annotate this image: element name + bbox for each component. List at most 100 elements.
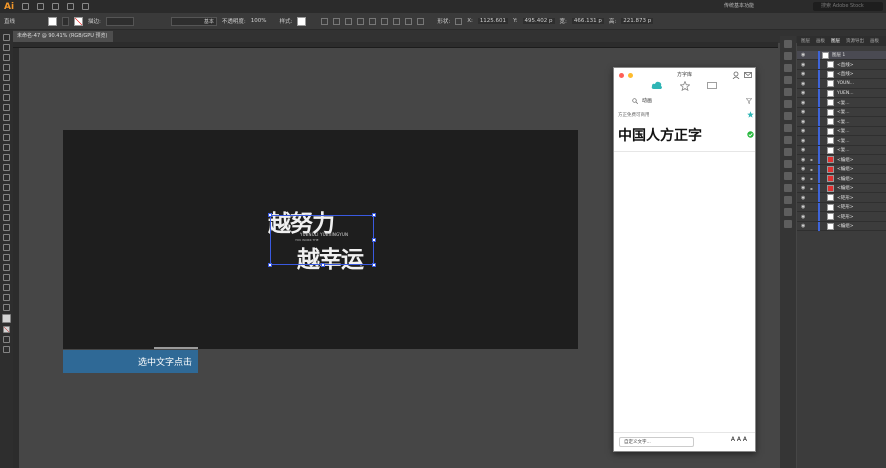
- layer-row[interactable]: ◉ <直线>: [797, 60, 886, 70]
- workspace-switcher[interactable]: 传统基本功能: [724, 2, 754, 9]
- direct-selection-tool-icon[interactable]: [3, 44, 10, 51]
- visibility-eye-icon[interactable]: ◉: [801, 176, 807, 182]
- plugin-user-icon[interactable]: [732, 71, 740, 79]
- swatches-panel-icon[interactable]: [784, 64, 792, 72]
- layer-row[interactable]: ◉ <直线>: [797, 69, 886, 79]
- pencil-tool-icon[interactable]: [3, 134, 10, 141]
- paintbrush-tool-icon[interactable]: [3, 124, 10, 131]
- preview-size-toggle[interactable]: A A A: [731, 436, 747, 443]
- graphic-style-swatch[interactable]: [297, 16, 307, 26]
- layer-row[interactable]: ◉ ▪ <编组>: [797, 183, 886, 193]
- layer-row[interactable]: ◉ ▪ <编组>: [797, 155, 886, 165]
- layer-row[interactable]: ◉ <矩形>: [797, 212, 886, 222]
- filter-icon[interactable]: [746, 98, 752, 104]
- free-transform-tool-icon[interactable]: [3, 184, 10, 191]
- gradient-tool-icon[interactable]: [3, 224, 10, 231]
- layer-row[interactable]: ◉ <矩形>: [797, 202, 886, 212]
- bridge-icon[interactable]: [22, 3, 30, 10]
- send-icon[interactable]: [82, 3, 90, 10]
- align-panel-icon[interactable]: [784, 160, 792, 168]
- x-field[interactable]: 1125.601: [477, 18, 509, 24]
- distribute-vertical-icon[interactable]: [417, 17, 425, 25]
- visibility-eye-icon[interactable]: ◉: [801, 195, 807, 201]
- column-graph-tool-icon[interactable]: [3, 264, 10, 271]
- layer-row[interactable]: ◉ <复...: [797, 98, 886, 108]
- opacity-field[interactable]: 100%: [251, 18, 267, 24]
- links-panel-icon[interactable]: [784, 220, 792, 228]
- installed-check-icon[interactable]: [747, 131, 754, 138]
- align-middle-icon[interactable]: [369, 17, 377, 25]
- layer-row[interactable]: ◉ <复...: [797, 107, 886, 117]
- slice-tool-icon[interactable]: [3, 284, 10, 291]
- distribute-horizontal-icon[interactable]: [405, 17, 413, 25]
- color-panel-icon[interactable]: [784, 52, 792, 60]
- visibility-eye-icon[interactable]: ◉: [801, 81, 807, 87]
- visibility-eye-icon[interactable]: ◉: [801, 62, 807, 68]
- favorite-star-icon[interactable]: [747, 111, 754, 118]
- gradient-panel-icon[interactable]: [784, 136, 792, 144]
- fill-swatch[interactable]: [48, 16, 58, 26]
- tab-artboards[interactable]: 画板: [870, 38, 879, 44]
- align-right-icon[interactable]: [345, 17, 353, 25]
- selection-bounding-box[interactable]: [268, 213, 376, 267]
- stroke-swatch[interactable]: [74, 16, 84, 26]
- hand-tool-icon[interactable]: [3, 294, 10, 301]
- stock-search-input[interactable]: 搜索 Adobe Stock: [813, 2, 883, 11]
- desktop-fonts-icon[interactable]: [707, 82, 717, 90]
- visibility-eye-icon[interactable]: ◉: [801, 138, 807, 144]
- scale-tool-icon[interactable]: [3, 164, 10, 171]
- symbol-sprayer-tool-icon[interactable]: [3, 254, 10, 261]
- screen-mode-icon[interactable]: [3, 346, 10, 353]
- visibility-eye-icon[interactable]: ◉: [801, 214, 807, 220]
- eyedropper-tool-icon[interactable]: [3, 234, 10, 241]
- align-top-icon[interactable]: [357, 17, 365, 25]
- pathfinder-panel-icon[interactable]: [784, 172, 792, 180]
- cloud-fonts-icon[interactable]: [651, 81, 663, 90]
- fill-dropdown[interactable]: [62, 16, 70, 26]
- visibility-eye-icon[interactable]: ◉: [801, 204, 807, 210]
- lock-icon[interactable]: ▪: [810, 167, 816, 172]
- visibility-eye-icon[interactable]: ◉: [801, 52, 807, 58]
- visibility-eye-icon[interactable]: ◉: [801, 223, 807, 229]
- width-tool-icon[interactable]: [3, 174, 10, 181]
- lasso-tool-icon[interactable]: [3, 64, 10, 71]
- transform-panel-icon[interactable]: [784, 184, 792, 192]
- layer-row[interactable]: ◉ <复...: [797, 117, 886, 127]
- resize-handle-right[interactable]: [372, 238, 376, 242]
- layer-row[interactable]: ◉ ▪ <编组>: [797, 174, 886, 184]
- type-tool-icon[interactable]: [3, 94, 10, 101]
- stroke-profile-dropdown[interactable]: 基本: [170, 16, 217, 26]
- lock-icon[interactable]: ▪: [810, 157, 816, 162]
- resize-handle-bottom-right[interactable]: [372, 263, 376, 267]
- selection-tool-icon[interactable]: [3, 34, 10, 41]
- layer-row[interactable]: ◉ <矩形>: [797, 193, 886, 203]
- zoom-tool-icon[interactable]: [3, 304, 10, 311]
- stroke-panel-icon[interactable]: [784, 148, 792, 156]
- visibility-eye-icon[interactable]: ◉: [801, 157, 807, 163]
- visibility-eye-icon[interactable]: ◉: [801, 185, 807, 191]
- font-preview-item[interactable]: 中国人方正字: [618, 125, 702, 145]
- fill-color-icon[interactable]: [2, 314, 11, 323]
- align-bottom-icon[interactable]: [381, 17, 389, 25]
- shape-builder-tool-icon[interactable]: [3, 194, 10, 201]
- lock-icon[interactable]: ▪: [810, 176, 816, 181]
- reference-point-icon[interactable]: [455, 17, 463, 25]
- rotate-tool-icon[interactable]: [3, 154, 10, 161]
- line-tool-icon[interactable]: [3, 104, 10, 111]
- y-field[interactable]: 495.402 p: [522, 18, 555, 24]
- favorites-star-icon[interactable]: [680, 81, 690, 91]
- resize-handle-top-left[interactable]: [268, 213, 272, 217]
- pen-tool-icon[interactable]: [3, 74, 10, 81]
- layer-row[interactable]: ◉ YOUN...: [797, 79, 886, 89]
- graphic-styles-panel-icon[interactable]: [784, 100, 792, 108]
- align-left-icon[interactable]: [321, 17, 329, 25]
- eraser-tool-icon[interactable]: [3, 144, 10, 151]
- custom-text-dropdown[interactable]: 自定义文字...: [619, 437, 694, 447]
- tab-layers[interactable]: 图层: [831, 38, 840, 44]
- resize-handle-bottom-left[interactable]: [268, 263, 272, 267]
- paragraph-panel-icon[interactable]: [784, 208, 792, 216]
- resize-handle-top-right[interactable]: [372, 213, 376, 217]
- rectangle-tool-icon[interactable]: [3, 114, 10, 121]
- visibility-eye-icon[interactable]: ◉: [801, 90, 807, 96]
- font-search-input[interactable]: 动画: [628, 96, 746, 106]
